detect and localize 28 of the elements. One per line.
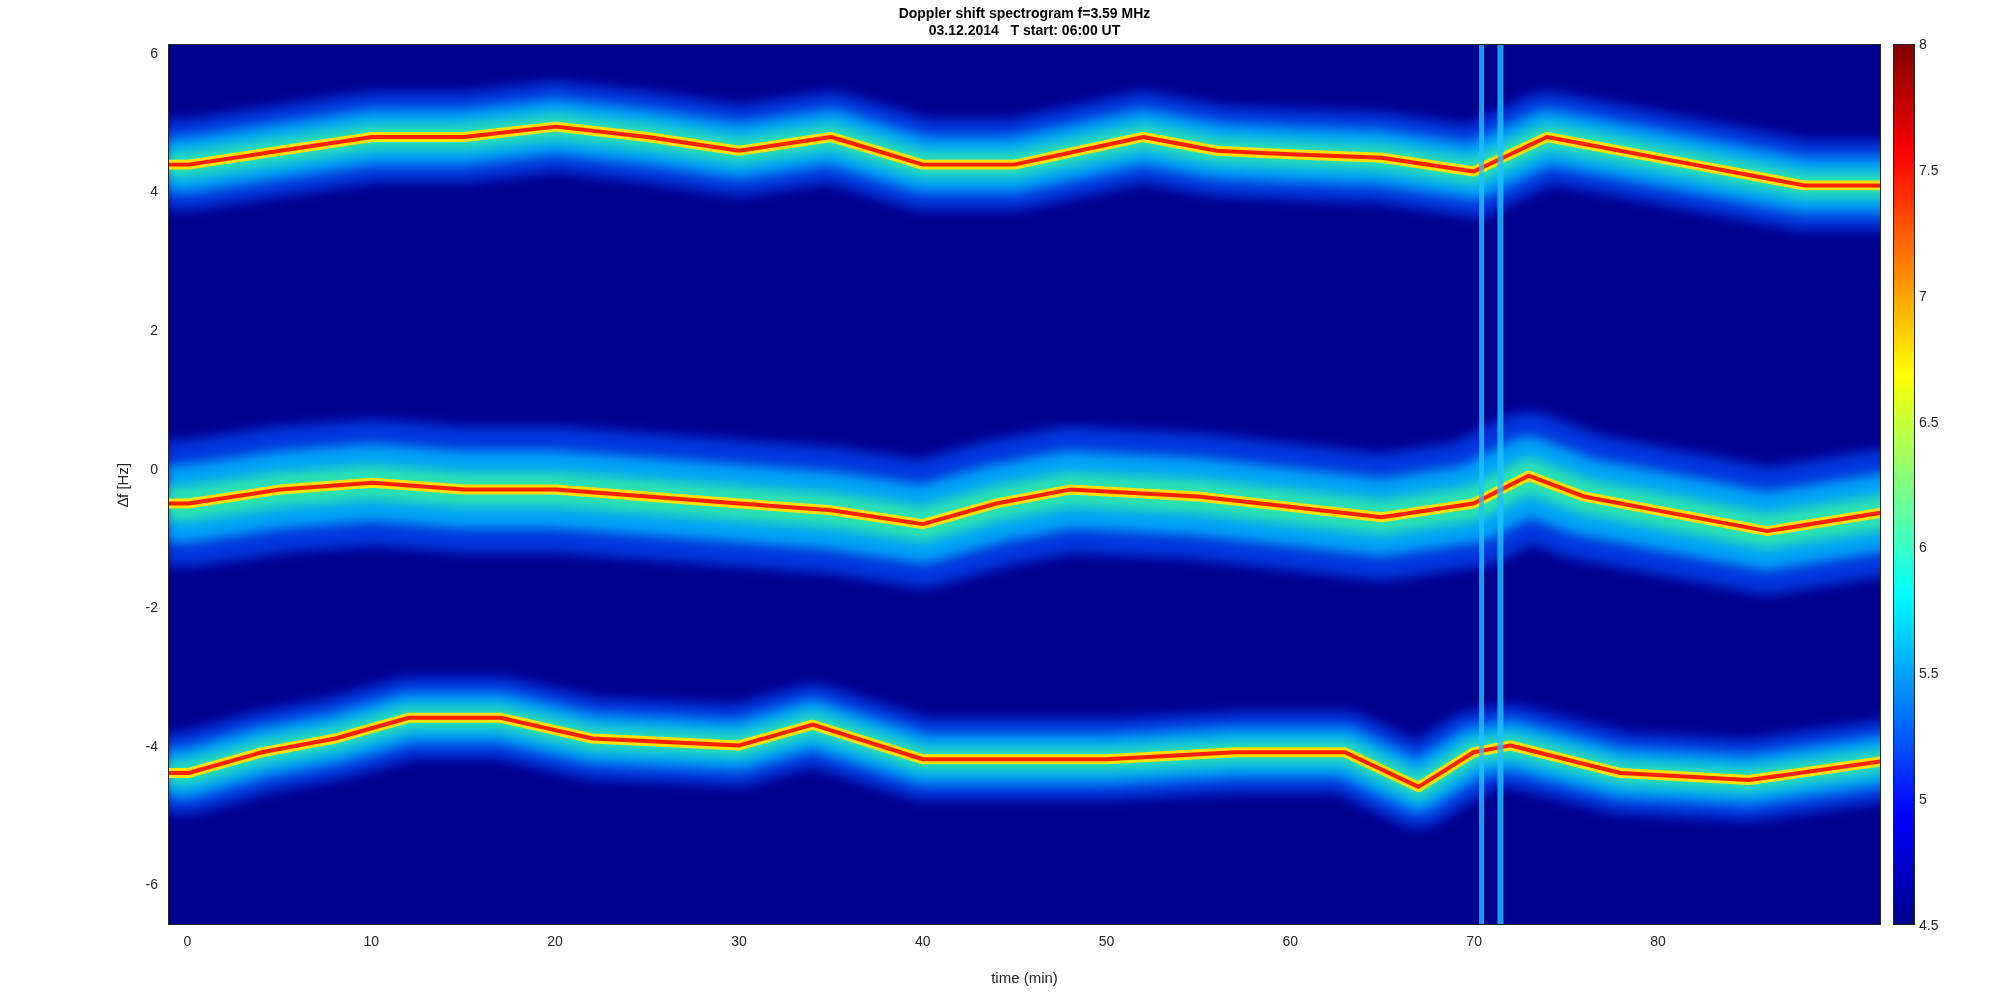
colorbar-tick-label: 7 xyxy=(1919,287,1927,304)
colorbar-tick-label: 7.5 xyxy=(1919,161,1939,178)
y-tick-label: 6 xyxy=(150,44,158,61)
x-tick-label: 40 xyxy=(914,933,931,949)
chart-subtitle: 03.12.2014 T start: 06:00 UT xyxy=(928,22,1121,39)
y-tick-label: -4 xyxy=(145,737,158,754)
y-tick-label: -2 xyxy=(145,599,158,616)
colorbar-tick-label: 8 xyxy=(1919,36,1927,52)
y-tick-label: -6 xyxy=(145,876,158,893)
colorbar-tick-label: 6.5 xyxy=(1919,413,1939,430)
colorbar-tick-label: 4.5 xyxy=(1919,917,1939,933)
colorbar-tick-label: 5 xyxy=(1919,791,1927,808)
x-tick-label: 0 xyxy=(183,933,192,949)
x-tick-label: 60 xyxy=(1282,933,1299,949)
y-tick-label: 0 xyxy=(150,460,158,477)
x-tick-label: 30 xyxy=(731,933,747,949)
x-axis-label: time (min) xyxy=(991,969,1058,986)
y-axis-label: ∆f [Hz] xyxy=(113,462,131,507)
colorbar-tick-label: 6 xyxy=(1919,539,1927,556)
colorbar-tick-label: 5.5 xyxy=(1919,665,1939,682)
chart-title: Doppler shift spectrogram f=3.59 MHz xyxy=(898,5,1151,22)
x-tick-label: 50 xyxy=(1098,933,1115,949)
x-tick-label: 20 xyxy=(547,933,563,949)
x-tick-label: 80 xyxy=(1650,933,1666,949)
x-tick-label: 10 xyxy=(363,933,380,949)
y-tick-label: 4 xyxy=(150,183,158,200)
y-tick-label: 2 xyxy=(150,322,158,339)
x-tick-label: 70 xyxy=(1466,933,1482,949)
